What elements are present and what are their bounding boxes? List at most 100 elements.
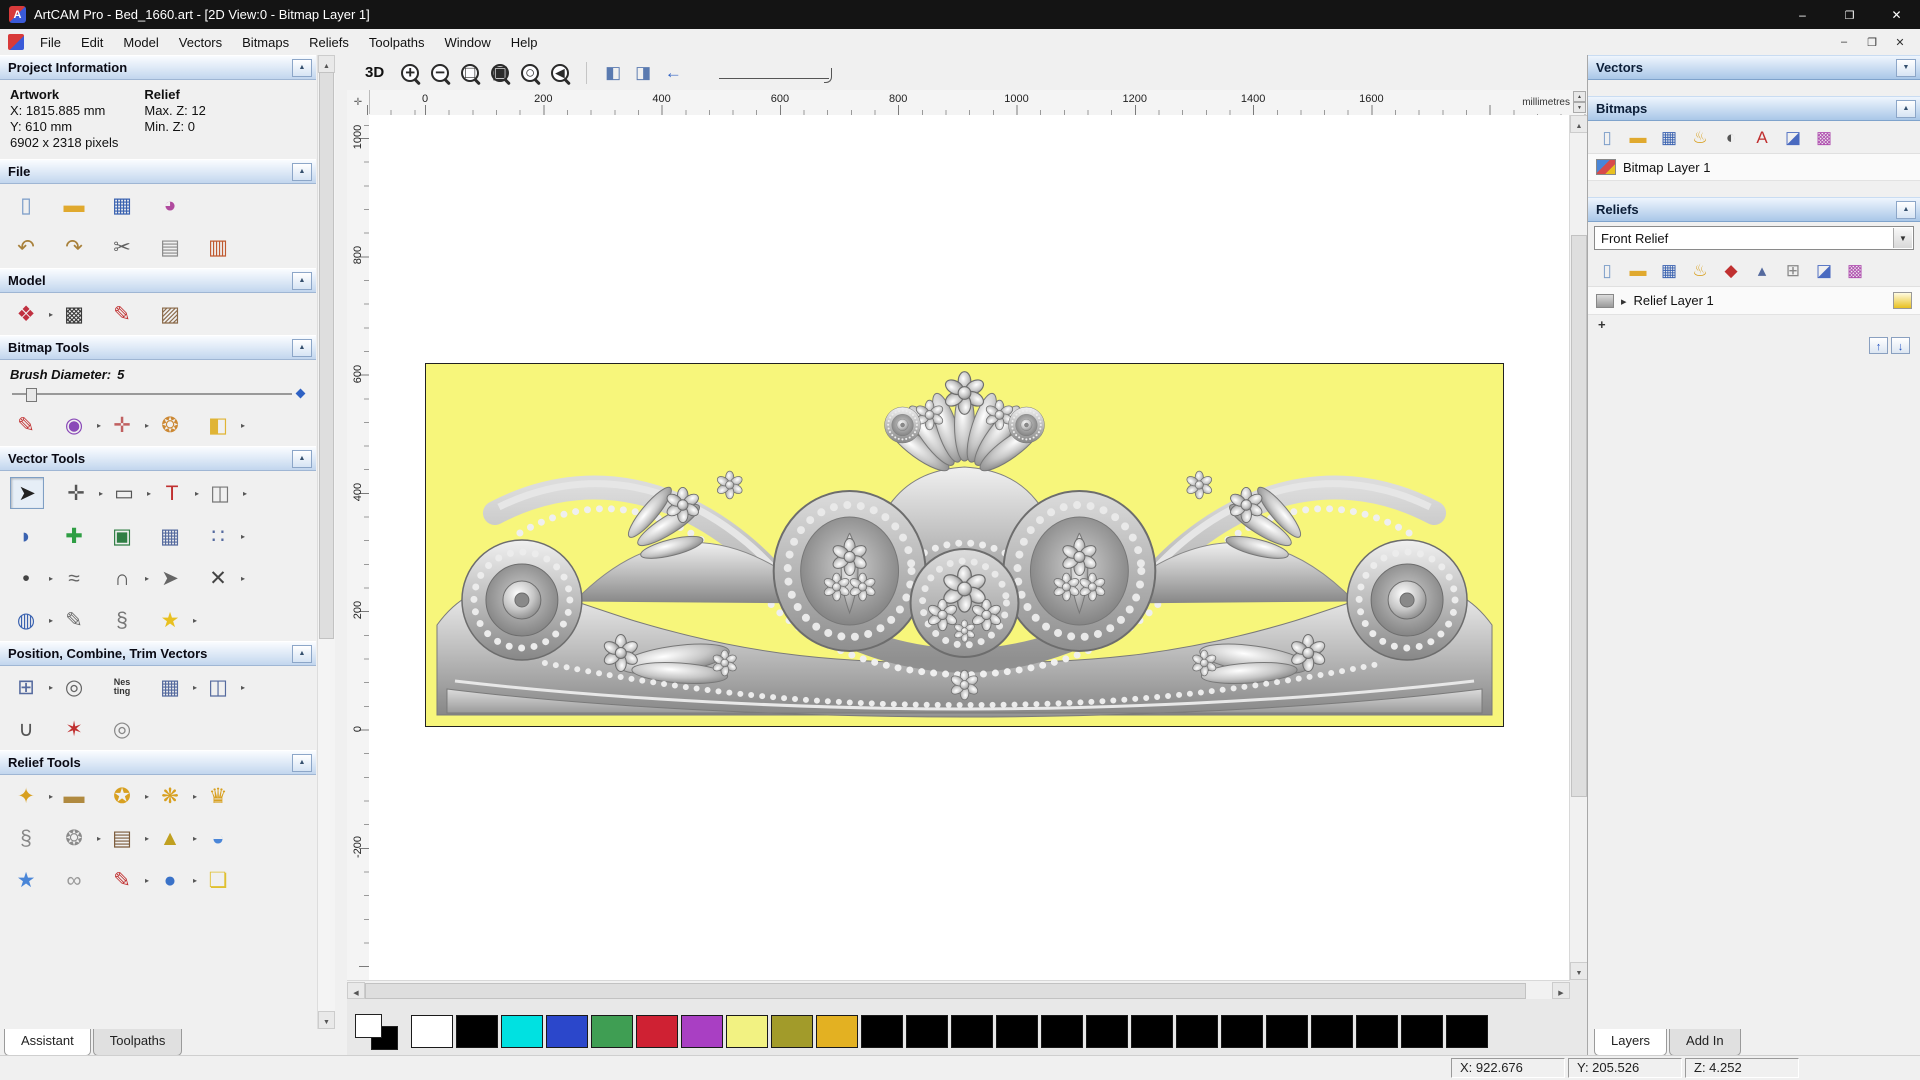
color-swatch[interactable] xyxy=(1041,1015,1083,1048)
menu-bitmaps[interactable]: Bitmaps xyxy=(232,31,299,54)
menu-window[interactable]: Window xyxy=(435,31,501,54)
new-model-icon[interactable]: ▯ xyxy=(10,190,42,220)
relief-lamp-icon[interactable]: ♨ xyxy=(1685,257,1715,283)
zoom-objects-icon[interactable]: ○ xyxy=(516,60,544,86)
mirror-vectors-icon[interactable]: ◫ ▸ xyxy=(204,478,247,508)
vector-tools-header[interactable]: Vector Tools xyxy=(0,446,316,471)
file-header[interactable]: File xyxy=(0,159,316,184)
save-relief-icon[interactable]: ▦ xyxy=(1654,257,1684,283)
vertical-scrollbar[interactable] xyxy=(1569,115,1588,980)
create-circle-icon[interactable]: ◍ ▸ xyxy=(10,605,53,635)
align-vectors-icon[interactable]: ⊞ ▸ xyxy=(10,672,53,702)
save-bitmap-icon[interactable]: ▦ xyxy=(1654,124,1684,150)
colour-picker-icon[interactable]: ✛ ▸ xyxy=(106,410,149,440)
primary-colour-swatch[interactable] xyxy=(355,1013,382,1038)
artwork-relief[interactable] xyxy=(425,363,1504,727)
scroll-up-button[interactable] xyxy=(1570,115,1588,133)
flood-fill-icon[interactable]: ◧ ▸ xyxy=(202,410,245,440)
open-relief-icon[interactable]: ▬ xyxy=(1623,257,1653,283)
relief-clipart-icon[interactable]: ❖ ▸ xyxy=(10,299,53,329)
fillet-grid-icon[interactable]: ▦ xyxy=(154,521,186,551)
zoom-out-icon[interactable]: − xyxy=(426,60,454,86)
units-spinner[interactable] xyxy=(1573,91,1586,113)
face-wizard-icon[interactable]: ▨ xyxy=(154,299,186,329)
toolbar-slider[interactable] xyxy=(719,66,833,83)
create-text-icon[interactable]: T ▸ xyxy=(156,478,199,508)
freehand-draw-icon[interactable]: ≈ xyxy=(58,563,90,593)
collapse-icon[interactable] xyxy=(292,271,312,290)
new-bitmap-icon[interactable]: ▯ xyxy=(1592,124,1622,150)
smooth-relief-icon[interactable]: ▬ xyxy=(58,781,90,811)
transform-vectors-icon[interactable]: ✛ ▸ xyxy=(60,478,103,508)
tab-layers[interactable]: Layers xyxy=(1594,1029,1668,1056)
dome-icon[interactable]: ◒ xyxy=(202,823,234,853)
move-layer-down-button[interactable] xyxy=(1891,337,1910,354)
color-swatch[interactable] xyxy=(456,1015,498,1048)
trim-rings-icon[interactable]: ◎ xyxy=(106,714,138,744)
color-swatch[interactable] xyxy=(771,1015,813,1048)
view-3d-button[interactable]: 3D xyxy=(357,62,392,83)
undo-icon[interactable]: ↶ xyxy=(10,232,42,262)
previous-view-icon[interactable]: ← xyxy=(659,60,687,86)
contrast-icon[interactable]: ◐ xyxy=(1716,124,1746,150)
wrap-vectors-icon[interactable]: § xyxy=(106,605,138,635)
sculpting-icon[interactable]: ✎ xyxy=(106,299,138,329)
zoom-previous-icon[interactable]: ◂ xyxy=(546,60,574,86)
create-polyline-icon[interactable]: • ▸ xyxy=(10,563,53,593)
color-swatch[interactable] xyxy=(1266,1015,1308,1048)
weld-vectors-icon[interactable]: ✶ xyxy=(58,714,90,744)
bitmap-to-vector-icon[interactable]: ✚ xyxy=(58,521,90,551)
relief-library-icon[interactable]: ▤ ▸ xyxy=(106,823,149,853)
copy-icon[interactable]: ▤ xyxy=(154,232,186,262)
bitmap-wizard-icon[interactable]: ♨ xyxy=(1685,124,1715,150)
bitmap-layer-row[interactable]: Bitmap Layer 1 xyxy=(1588,154,1920,181)
smooth-icon[interactable]: ◆ xyxy=(1716,257,1746,283)
cut-icon[interactable]: ✂ xyxy=(106,232,138,262)
scroll-right-button[interactable] xyxy=(1552,982,1570,999)
pan-view-icon[interactable]: ◧ xyxy=(599,60,627,86)
color-swatch[interactable] xyxy=(1311,1015,1353,1048)
color-swatch[interactable] xyxy=(816,1015,858,1048)
color-swatch[interactable] xyxy=(636,1015,678,1048)
color-swatch[interactable] xyxy=(726,1015,768,1048)
paint-selected-icon[interactable]: ◉ ▸ xyxy=(58,410,101,440)
position-combine-trim-header[interactable]: Position, Combine, Trim Vectors xyxy=(0,641,316,666)
smudge-relief-icon[interactable]: ✎ ▸ xyxy=(106,865,149,895)
color-swatch[interactable] xyxy=(681,1015,723,1048)
redo-icon[interactable]: ↷ xyxy=(58,232,90,262)
model-wizard-icon[interactable]: ◕ xyxy=(154,190,186,220)
relief-layer-row[interactable]: Relief Layer 1 xyxy=(1588,287,1920,315)
collapse-icon[interactable] xyxy=(292,449,312,468)
offset-relief-icon[interactable]: ❏ xyxy=(202,865,234,895)
scrollbar-thumb[interactable] xyxy=(365,983,1526,999)
nesting-icon[interactable]: Nes ting xyxy=(106,672,138,702)
weave-relief-icon[interactable]: ∞ xyxy=(58,865,90,895)
bitmap-tools-header[interactable]: Bitmap Tools xyxy=(0,335,316,360)
collapse-icon[interactable] xyxy=(292,58,312,77)
menu-model[interactable]: Model xyxy=(113,31,168,54)
menu-reliefs[interactable]: Reliefs xyxy=(299,31,359,54)
create-polygon-icon[interactable]: ➤ xyxy=(154,563,186,593)
palette-icon[interactable]: ❂ xyxy=(154,410,186,440)
restore-button[interactable] xyxy=(1826,0,1873,29)
chevron-down-icon[interactable] xyxy=(1896,58,1916,77)
primary-secondary-colour-indicator[interactable] xyxy=(353,1011,405,1053)
tab-add-in[interactable]: Add In xyxy=(1669,1029,1741,1056)
scroll-down-button[interactable] xyxy=(1570,962,1588,980)
scroll-up-button[interactable] xyxy=(318,55,335,73)
project-information-header[interactable]: Project Information xyxy=(0,55,316,80)
spinner-down-icon[interactable] xyxy=(1573,102,1586,113)
tab-assistant[interactable]: Assistant xyxy=(4,1029,91,1056)
extrude-icon[interactable]: ▲ ▸ xyxy=(154,823,197,853)
color-swatch[interactable] xyxy=(591,1015,633,1048)
minimize-button[interactable] xyxy=(1779,0,1826,29)
create-rectangle-icon[interactable]: ▭ ▸ xyxy=(108,478,151,508)
collapse-icon[interactable] xyxy=(292,753,312,772)
relief-wizard-icon[interactable]: ♛ xyxy=(202,781,234,811)
greyscale-view-icon[interactable]: ▩ xyxy=(58,299,90,329)
scroll-down-button[interactable] xyxy=(318,1011,335,1029)
mdi-close-button[interactable] xyxy=(1886,32,1914,52)
color-swatch[interactable] xyxy=(1401,1015,1443,1048)
select-vectors-icon[interactable]: ➤ xyxy=(10,477,44,509)
swept-profile-icon[interactable]: § xyxy=(10,823,42,853)
